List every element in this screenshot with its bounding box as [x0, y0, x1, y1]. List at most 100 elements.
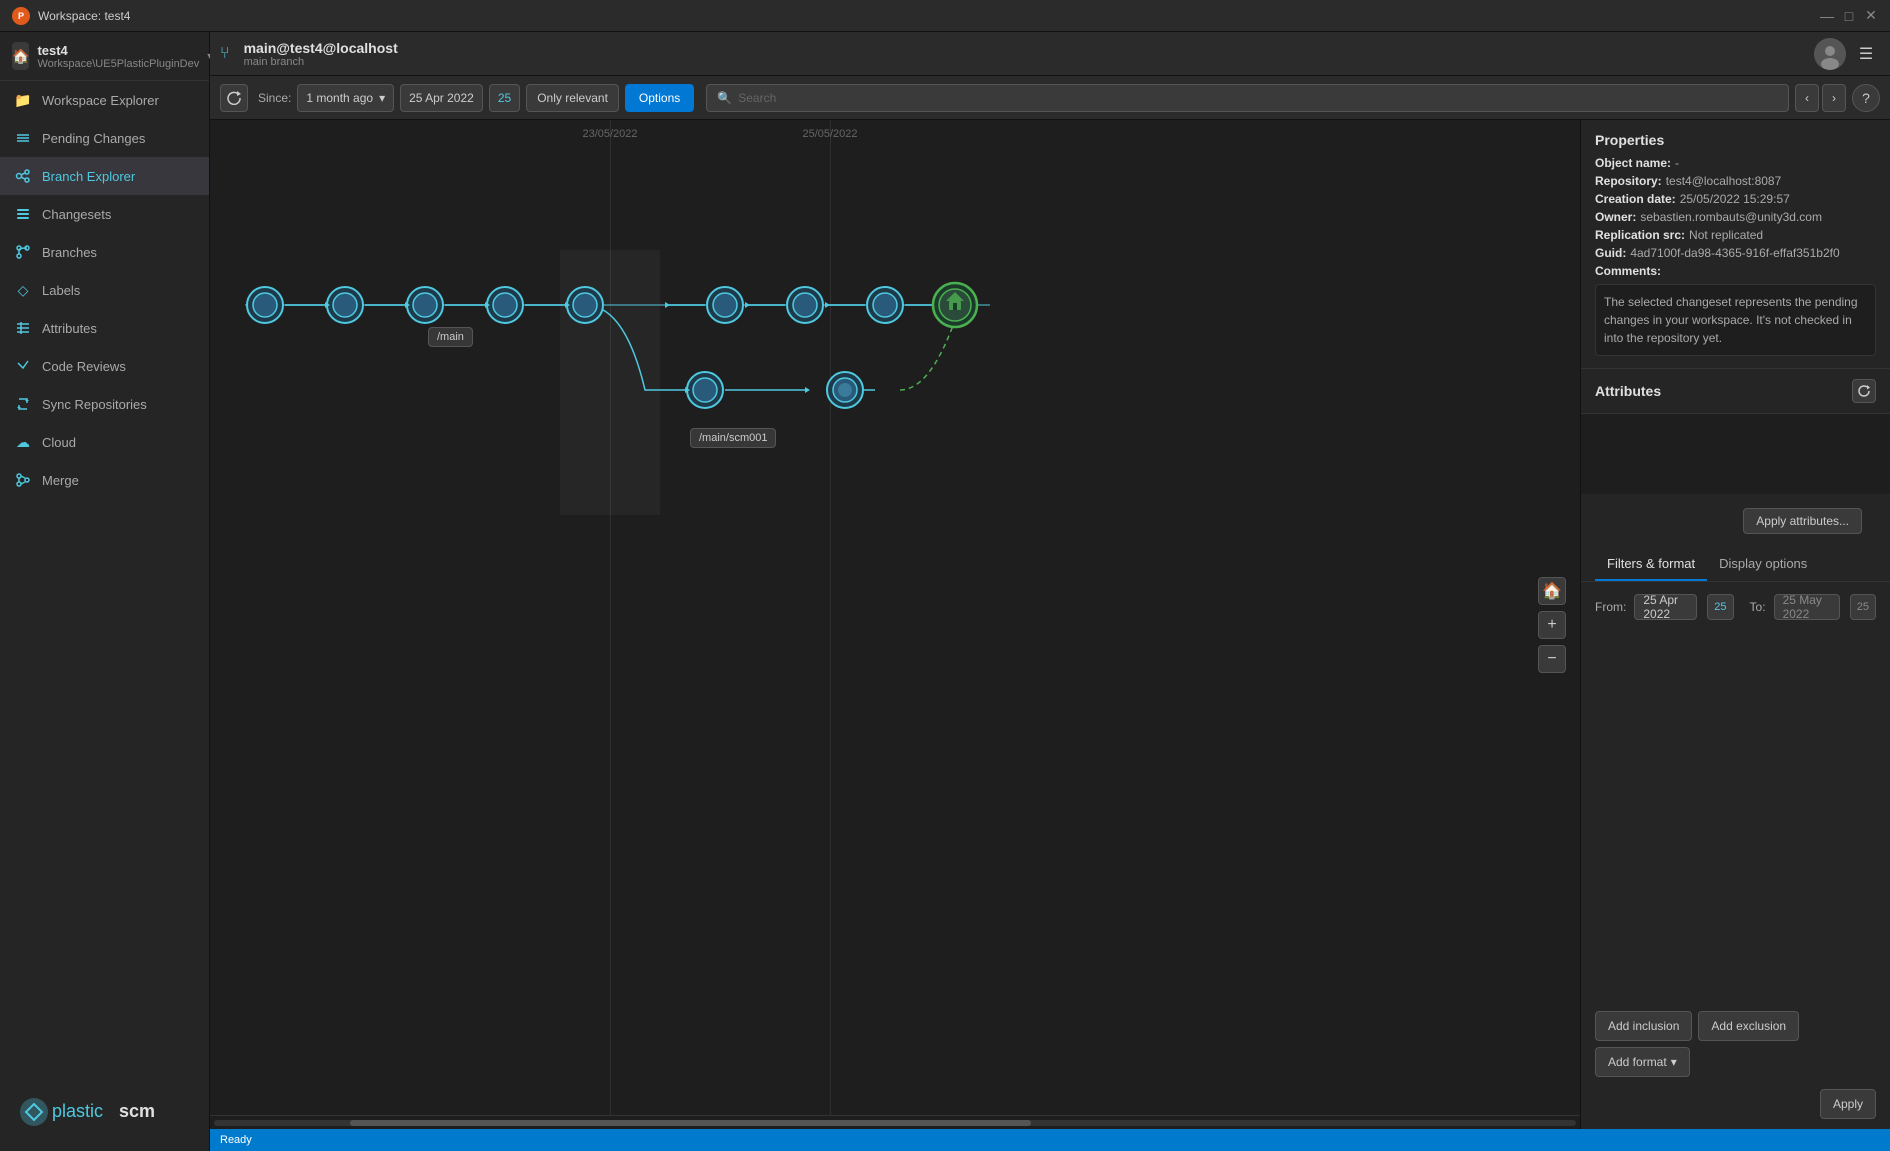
- sidebar-item-pending-changes[interactable]: Pending Changes: [0, 119, 209, 157]
- add-inclusion-button[interactable]: Add inclusion: [1595, 1011, 1692, 1041]
- maximize-button[interactable]: □: [1842, 9, 1856, 23]
- sidebar-label-branches: Branches: [42, 245, 195, 260]
- workspace-explorer-icon: 📁: [14, 91, 32, 109]
- workspace-header[interactable]: 🏠 test4 Workspace\UE5PlasticPluginDev ▾: [0, 32, 209, 81]
- prop-val-creation-date: 25/05/2022 15:29:57: [1680, 192, 1790, 206]
- sync-icon: [14, 395, 32, 413]
- zoom-controls: 🏠 + −: [1538, 577, 1566, 673]
- filter-to-date[interactable]: 25 May 2022: [1774, 594, 1840, 620]
- status-text: Ready: [220, 1134, 252, 1146]
- sidebar-label-pending-changes: Pending Changes: [42, 131, 195, 146]
- prop-val-replication: Not replicated: [1689, 228, 1763, 242]
- prop-owner: Owner: sebastien.rombauts@unity3d.com: [1595, 210, 1876, 224]
- sidebar-item-branch-explorer[interactable]: Branch Explorer: [0, 157, 209, 195]
- toolbar-row-2: Since: 1 month ago ▾ 25 Apr 2022 25 Only…: [210, 76, 1890, 120]
- filters-body: From: 25 Apr 2022 25 To: 25 May 2022 25: [1581, 582, 1890, 1003]
- sidebar-item-code-reviews[interactable]: Code Reviews: [0, 347, 209, 385]
- prop-val-repository: test4@localhost:8087: [1666, 174, 1782, 188]
- sidebar-label-changesets: Changesets: [42, 207, 195, 222]
- prop-guid: Guid: 4ad7100f-da98-4365-916f-effaf351b2…: [1595, 246, 1876, 260]
- hamburger-button[interactable]: ☰: [1852, 40, 1880, 68]
- sidebar-label-code-reviews: Code Reviews: [42, 359, 195, 374]
- user-avatar[interactable]: [1814, 38, 1846, 70]
- prop-creation-date: Creation date: 25/05/2022 15:29:57: [1595, 192, 1876, 206]
- prev-arrow-button[interactable]: ‹: [1795, 84, 1819, 112]
- since-value: 1 month ago: [306, 91, 373, 105]
- sidebar-label-workspace-explorer: Workspace Explorer: [42, 93, 195, 108]
- refresh-button[interactable]: [220, 84, 248, 112]
- sidebar-label-branch-explorer: Branch Explorer: [42, 169, 195, 184]
- graph-area[interactable]: 23/05/2022 25/05/2022: [210, 120, 1580, 1129]
- only-relevant-button[interactable]: Only relevant: [526, 84, 619, 112]
- horizontal-scrollbar[interactable]: [210, 1115, 1580, 1129]
- cs-badge[interactable]: 25: [489, 84, 520, 112]
- sidebar-item-merge[interactable]: Merge: [0, 461, 209, 499]
- sidebar-label-labels: Labels: [42, 283, 195, 298]
- branch-label-scm001: /main/scm001: [690, 428, 776, 448]
- sidebar-label-sync-repositories: Sync Repositories: [42, 397, 195, 412]
- branch-header-icon: ⑂: [220, 45, 230, 63]
- sidebar-item-changesets[interactable]: Changesets: [0, 195, 209, 233]
- options-button[interactable]: Options: [625, 84, 694, 112]
- close-button[interactable]: ✕: [1864, 9, 1878, 23]
- svg-text:plastic: plastic: [52, 1101, 103, 1121]
- cloud-icon: ☁: [14, 433, 32, 451]
- next-arrow-button[interactable]: ›: [1822, 84, 1846, 112]
- home-view-button[interactable]: 🏠: [1538, 577, 1566, 605]
- sidebar-item-sync-repositories[interactable]: Sync Repositories: [0, 385, 209, 423]
- sidebar-item-workspace-explorer[interactable]: 📁 Workspace Explorer: [0, 81, 209, 119]
- prop-object-name: Object name: -: [1595, 156, 1876, 170]
- add-format-label: Add format: [1608, 1055, 1667, 1069]
- home-icon: 🏠: [12, 42, 29, 70]
- apply-button[interactable]: Apply: [1820, 1089, 1876, 1119]
- search-icon: 🔍: [717, 91, 732, 105]
- apply-attrs-container: Apply attributes...: [1581, 494, 1890, 548]
- pending-changes-icon: [14, 129, 32, 147]
- filters-tabs: Filters & format Display options: [1581, 548, 1890, 582]
- sidebar-item-attributes[interactable]: Attributes: [0, 309, 209, 347]
- add-format-button[interactable]: Add format ▾: [1595, 1047, 1690, 1077]
- date-from-chip[interactable]: 25 Apr 2022: [400, 84, 483, 112]
- workspace-info: test4 Workspace\UE5PlasticPluginDev: [37, 43, 199, 70]
- tab-display-options[interactable]: Display options: [1707, 548, 1819, 581]
- add-format-chevron-icon: ▾: [1671, 1055, 1677, 1069]
- zoom-in-button[interactable]: +: [1538, 611, 1566, 639]
- apply-attributes-button[interactable]: Apply attributes...: [1743, 508, 1862, 534]
- add-exclusion-button[interactable]: Add exclusion: [1698, 1011, 1799, 1041]
- zoom-out-button[interactable]: −: [1538, 645, 1566, 673]
- labels-icon: ◇: [14, 281, 32, 299]
- sidebar: 🏠 test4 Workspace\UE5PlasticPluginDev ▾ …: [0, 32, 210, 1151]
- filter-from-cs[interactable]: 25: [1707, 594, 1733, 620]
- scroll-track: [214, 1120, 1576, 1126]
- filter-to-label: To:: [1750, 600, 1766, 614]
- changesets-icon: [14, 205, 32, 223]
- branch-label-main: /main: [428, 327, 473, 347]
- since-dropdown[interactable]: 1 month ago ▾: [297, 84, 394, 112]
- prop-key-creation-date: Creation date:: [1595, 192, 1676, 206]
- scroll-thumb[interactable]: [350, 1120, 1031, 1126]
- main-split: 23/05/2022 25/05/2022: [210, 120, 1890, 1129]
- since-label: Since:: [258, 91, 291, 105]
- filter-from-date[interactable]: 25 Apr 2022: [1634, 594, 1697, 620]
- prop-key-owner: Owner:: [1595, 210, 1636, 224]
- prop-val-object-name: -: [1675, 156, 1679, 170]
- attributes-refresh-button[interactable]: [1852, 379, 1876, 403]
- filter-to-cs[interactable]: 25: [1850, 594, 1876, 620]
- attributes-icon: [14, 319, 32, 337]
- filter-from-row: From: 25 Apr 2022 25 To: 25 May 2022 25: [1595, 594, 1876, 620]
- sidebar-item-branches[interactable]: Branches: [0, 233, 209, 271]
- merge-icon: [14, 471, 32, 489]
- search-placeholder: Search: [738, 91, 776, 105]
- search-bar[interactable]: 🔍 Search: [706, 84, 1789, 112]
- sidebar-item-cloud[interactable]: ☁ Cloud: [0, 423, 209, 461]
- sidebar-item-labels[interactable]: ◇ Labels: [0, 271, 209, 309]
- tab-filters-format[interactable]: Filters & format: [1595, 548, 1707, 581]
- workspace-name: test4: [37, 43, 199, 58]
- branches-icon: [14, 243, 32, 261]
- svg-text:scm: scm: [119, 1101, 155, 1121]
- minimize-button[interactable]: —: [1820, 9, 1834, 23]
- sidebar-logo: plastic scm: [0, 1076, 209, 1151]
- help-button[interactable]: ?: [1852, 84, 1880, 112]
- titlebar: P Workspace: test4 — □ ✕: [0, 0, 1890, 32]
- window-title: Workspace: test4: [38, 9, 130, 23]
